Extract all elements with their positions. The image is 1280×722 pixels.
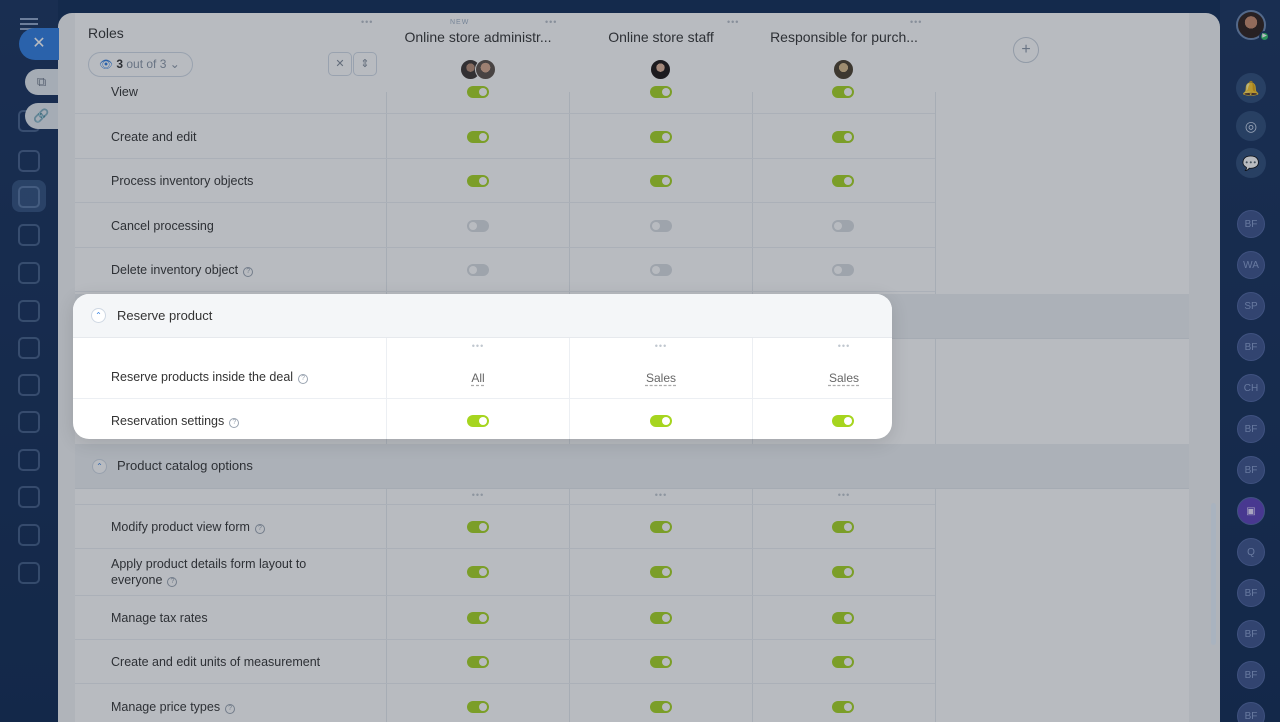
section-reserve-product[interactable]: ⌃ Reserve product (73, 294, 892, 338)
permission-label: Reserve products inside the deal? (111, 370, 309, 384)
highlight-reserve-product: ⌃ Reserve product ••• ••• ••• Reserve pr… (73, 294, 892, 439)
permission-row: Reservation settings? (73, 399, 892, 439)
permission-toggle[interactable] (832, 415, 854, 427)
permission-select[interactable]: All (387, 371, 569, 385)
help-icon[interactable]: ? (298, 374, 309, 384)
more-icon[interactable]: ••• (753, 341, 892, 351)
more-icon[interactable]: ••• (387, 341, 569, 351)
permission-toggle[interactable] (650, 415, 672, 427)
permission-label: Reservation settings? (111, 414, 240, 428)
scrollbar[interactable] (1211, 503, 1216, 645)
help-icon[interactable]: ? (229, 418, 240, 428)
permission-select[interactable]: Sales (753, 371, 892, 385)
permission-select[interactable]: Sales (570, 371, 752, 385)
section-title: Reserve product (117, 308, 213, 323)
permission-row: Reserve products inside the deal? All Sa… (73, 355, 892, 399)
more-icon[interactable]: ••• (570, 341, 752, 351)
permission-toggle[interactable] (467, 415, 489, 427)
chevron-up-icon[interactable]: ⌃ (91, 308, 106, 323)
